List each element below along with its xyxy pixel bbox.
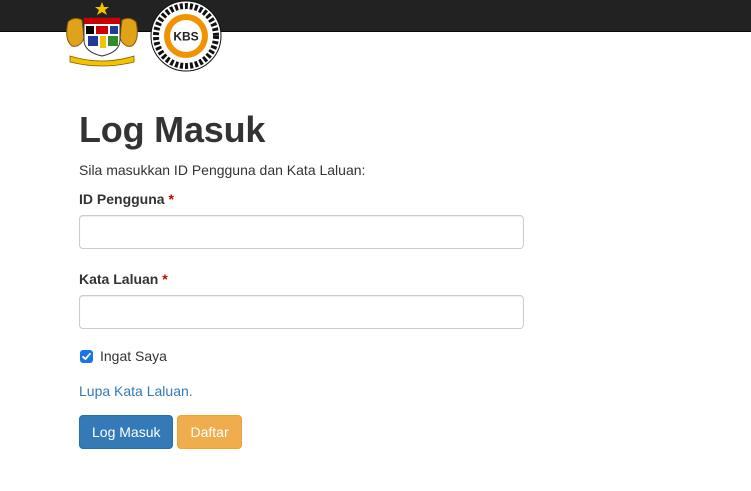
remember-me-label: Ingat Saya [100, 348, 167, 364]
remember-me[interactable]: Ingat Saya [79, 346, 524, 366]
button-row: Log Masuk Daftar [79, 415, 524, 449]
remember-me-checkbox[interactable] [80, 349, 93, 363]
page-title: Log Masuk [79, 109, 266, 150]
password-label-text: Kata Laluan [79, 271, 159, 287]
password-label: Kata Laluan * [79, 269, 524, 289]
malaysia-coat-of-arms-icon [66, 2, 138, 67]
kbs-logo-icon: KBS [150, 0, 222, 72]
user-id-input[interactable] [79, 215, 524, 249]
forgot-password-link[interactable]: Lupa Kata Laluan. [79, 381, 193, 401]
required-marker: * [162, 271, 168, 287]
kbs-logo-text: KBS [173, 30, 198, 44]
user-id-label: ID Pengguna * [79, 189, 524, 209]
user-id-label-text: ID Pengguna [79, 191, 165, 207]
checkmark-icon [82, 352, 91, 360]
required-marker: * [168, 191, 174, 207]
password-input[interactable] [79, 295, 524, 329]
header-logos: KBS [62, 0, 222, 72]
login-button[interactable]: Log Masuk [79, 415, 174, 449]
intro-text: Sila masukkan ID Pengguna dan Kata Lalua… [79, 162, 366, 178]
register-button[interactable]: Daftar [177, 415, 242, 449]
login-form: Log Masuk Sila masukkan ID Pengguna dan … [79, 108, 524, 449]
